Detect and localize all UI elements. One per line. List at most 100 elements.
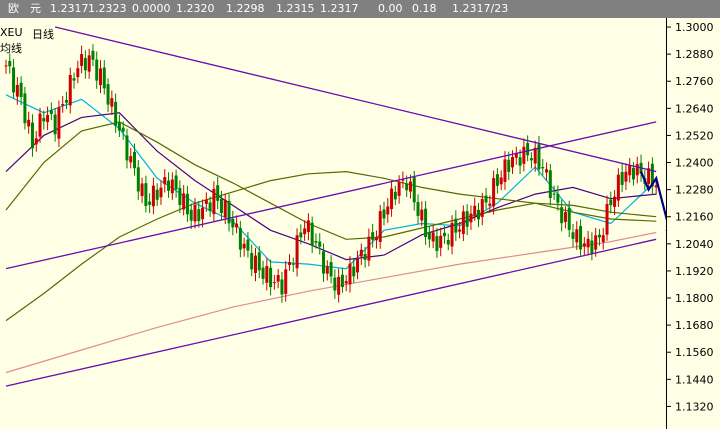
candle-body-116	[442, 232, 446, 237]
candle-body-161	[613, 196, 617, 207]
ytick-label-0: 1.3000	[675, 21, 714, 34]
candle-body-62	[238, 228, 242, 250]
candle-body-90	[344, 281, 348, 284]
candle-body-48	[185, 193, 189, 215]
candle-body-81	[310, 222, 314, 246]
candle-body-54	[208, 202, 212, 212]
quote-value-8: 0.00	[378, 2, 403, 15]
candle-body-154	[586, 238, 590, 248]
candle-body-163	[620, 172, 624, 185]
candle-body-14	[57, 107, 61, 139]
candle-body-29	[114, 101, 118, 126]
quote-header: 欧 元 1.2317 1.2323 0.0000 1.2320 1.2298 1…	[0, 0, 720, 18]
candle-body-104	[397, 182, 401, 196]
candle-body-40	[155, 189, 159, 200]
candle-body-23	[91, 50, 95, 60]
candle-body-63	[242, 243, 246, 249]
ytick-label-1: 1.2880	[675, 48, 714, 61]
candle-body-9	[38, 113, 42, 137]
candle-body-93	[356, 258, 360, 273]
candle-body-155	[590, 240, 594, 254]
candle-body-131	[499, 177, 503, 185]
forecast-path	[639, 171, 666, 221]
currency-name: 欧 元	[8, 2, 41, 15]
overlay-label: 均线	[0, 42, 22, 55]
candle-body-34	[133, 151, 137, 169]
candle-body-64	[246, 239, 250, 251]
candle-body-52	[201, 207, 205, 220]
candle-body-42	[163, 177, 167, 185]
candle-body-20	[80, 54, 84, 66]
candle-body-10	[42, 117, 46, 122]
candle-body-72	[276, 274, 280, 282]
candle-body-140	[533, 147, 537, 164]
candle-body-113	[431, 232, 435, 242]
candle-body-137	[522, 146, 526, 164]
candle-body-11	[46, 114, 50, 123]
candle-body-47	[182, 193, 186, 210]
candle-body-92	[352, 266, 356, 277]
candle-body-37	[144, 183, 148, 206]
candle-body-101	[386, 206, 390, 215]
candle-body-66	[253, 255, 257, 273]
candle-body-36	[140, 183, 144, 197]
candle-body-22	[87, 55, 91, 72]
candle-body-147	[560, 207, 564, 224]
candle-body-146	[556, 193, 560, 203]
ytick-label-11: 1.1680	[675, 319, 714, 332]
candle-body-119	[454, 218, 458, 233]
candle-body-56	[216, 185, 220, 201]
candle-body-158	[601, 235, 605, 242]
candle-body-86	[329, 261, 333, 277]
candle-body-33	[129, 156, 133, 163]
candle-body-60	[231, 218, 235, 228]
quote-value-3: 0.0000	[132, 2, 171, 15]
candle-body-166	[631, 167, 635, 180]
ytick-label-14: 1.1320	[675, 400, 714, 413]
candle-body-79	[303, 228, 307, 235]
candle-body-115	[439, 235, 443, 248]
candlestick-series	[4, 44, 658, 303]
candle-body-164	[624, 171, 628, 182]
candle-body-160	[609, 199, 613, 206]
candle-body-70	[269, 267, 273, 288]
candle-body-88	[337, 276, 341, 295]
candle-body-143	[545, 169, 549, 173]
candle-body-55	[212, 188, 216, 215]
candle-body-30	[117, 122, 121, 131]
candle-body-159	[605, 203, 609, 235]
candle-body-15	[61, 103, 65, 106]
forecast-arrow	[639, 171, 666, 231]
candle-body-44	[170, 179, 174, 194]
candle-body-2	[12, 67, 16, 93]
price-chart[interactable]	[0, 18, 666, 429]
ytick-label-9: 1.1920	[675, 265, 714, 278]
candle-body-138	[526, 142, 530, 156]
candle-body-45	[174, 175, 178, 190]
candle-body-87	[333, 277, 337, 291]
candle-body-109	[416, 202, 420, 216]
candle-body-126	[480, 199, 484, 217]
candle-body-13	[53, 114, 57, 135]
candle-body-46	[178, 187, 182, 206]
quote-value-1: 1.2317	[50, 2, 89, 15]
quote-value-6: 1.2315	[276, 2, 315, 15]
candle-body-35	[136, 167, 140, 192]
candle-body-117	[446, 239, 450, 245]
candle-body-156	[594, 235, 598, 250]
candle-body-100	[382, 209, 386, 219]
candle-body-122	[465, 211, 469, 227]
candle-body-128	[488, 203, 492, 206]
candle-body-5	[23, 93, 27, 124]
candle-body-127	[484, 195, 488, 203]
ytick-label-5: 1.2400	[675, 157, 714, 170]
quote-value-7: 1.2317	[320, 2, 359, 15]
ytick-label-13: 1.1440	[675, 373, 714, 386]
candle-body-53	[204, 199, 208, 204]
candle-body-16	[64, 100, 68, 103]
candle-body-82	[314, 241, 318, 243]
candle-body-51	[197, 209, 201, 222]
candle-body-149	[567, 207, 571, 230]
candle-body-94	[359, 249, 363, 257]
candle-body-83	[318, 241, 322, 247]
